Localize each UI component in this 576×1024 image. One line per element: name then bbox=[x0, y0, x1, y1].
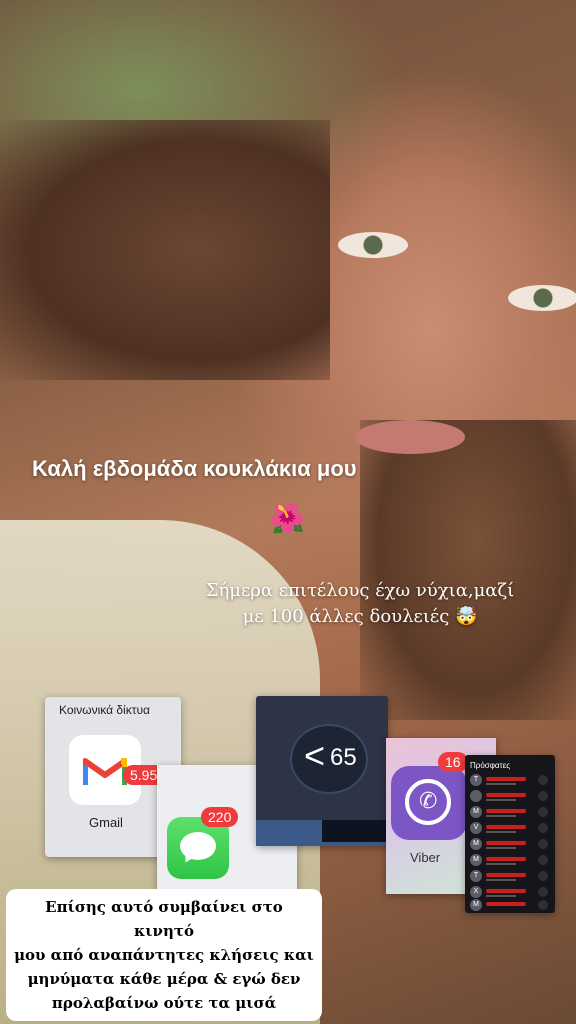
caption-nails-line1: Σήμερα επιτέλους έχω νύχια,μαζί bbox=[205, 580, 515, 601]
contact-avatar: T bbox=[470, 870, 482, 882]
caption-missed-line3: μηνύματα κάθε μέρα & εγώ δεν bbox=[27, 970, 301, 988]
redacted-name bbox=[486, 825, 526, 829]
back-chevron-icon: < bbox=[304, 735, 326, 776]
recent-call-row[interactable]: M bbox=[470, 837, 550, 852]
caption-greeting: Καλή εβδομάδα κουκλάκια μου bbox=[32, 456, 357, 481]
info-icon[interactable] bbox=[538, 855, 548, 865]
caption-missed-calls: Επίσης αυτό συμβαίνει στο κινητό μου από… bbox=[6, 889, 322, 1021]
caption-missed-line4: προλαβαίνω ούτε τα μισά bbox=[51, 994, 277, 1012]
dock-shape bbox=[322, 820, 386, 842]
back-button[interactable]: < 65 bbox=[290, 724, 368, 794]
left-eye bbox=[338, 232, 408, 258]
redacted-name bbox=[486, 841, 526, 845]
caption-missed-line2: μου από αναπάντητες κλήσεις και bbox=[14, 946, 314, 964]
phone-icon: ✆ bbox=[419, 788, 438, 813]
gmail-m-icon bbox=[83, 758, 127, 785]
gmail-label: Gmail bbox=[89, 815, 123, 830]
contact-avatar: V bbox=[470, 822, 482, 834]
social-folder-title: Κοινωνικά δίκτυα bbox=[59, 703, 150, 717]
bottom-bar bbox=[256, 820, 388, 846]
contact-avatar: M bbox=[470, 806, 482, 818]
recents-card[interactable]: Πρόσφατες T M V M M T X M bbox=[465, 755, 555, 913]
redacted-name bbox=[486, 902, 526, 906]
info-icon[interactable] bbox=[538, 871, 548, 881]
contact-avatar: X bbox=[470, 886, 482, 898]
recent-call-row[interactable]: T bbox=[470, 773, 550, 788]
back-count: 65 bbox=[330, 744, 357, 771]
contact-avatar bbox=[470, 790, 482, 802]
redacted-name bbox=[486, 809, 526, 813]
info-icon[interactable] bbox=[538, 775, 548, 785]
right-eye bbox=[508, 285, 576, 311]
redacted-name bbox=[486, 777, 526, 781]
recent-call-row[interactable]: T bbox=[470, 869, 550, 884]
info-icon[interactable] bbox=[538, 823, 548, 833]
contact-avatar: M bbox=[470, 854, 482, 866]
recent-call-row[interactable]: M bbox=[470, 853, 550, 868]
lips bbox=[355, 420, 465, 454]
contact-avatar: T bbox=[470, 774, 482, 786]
redacted-name bbox=[486, 793, 526, 797]
recent-call-row[interactable]: M bbox=[470, 898, 550, 913]
caption-nails: Σήμερα επιτέλους έχω νύχια,μαζί με 100 ά… bbox=[150, 578, 570, 630]
call-detail bbox=[486, 879, 516, 881]
recent-call-row[interactable]: M bbox=[470, 805, 550, 820]
recent-call-row[interactable]: V bbox=[470, 821, 550, 836]
contact-avatar: M bbox=[470, 899, 482, 911]
back-count-card[interactable]: < 65 bbox=[256, 696, 388, 846]
call-detail bbox=[486, 831, 516, 833]
viber-icon[interactable]: ✆ bbox=[391, 766, 467, 840]
gmail-icon[interactable]: 5.954 bbox=[69, 735, 173, 805]
hibiscus-emoji: 🌺 bbox=[270, 503, 305, 534]
info-icon[interactable] bbox=[538, 807, 548, 817]
call-detail bbox=[486, 895, 516, 897]
call-detail bbox=[486, 847, 516, 849]
hair-area bbox=[0, 120, 330, 380]
viber-badge: 16 bbox=[438, 752, 468, 772]
caption-missed-line1: Επίσης αυτό συμβαίνει στο κινητό bbox=[45, 898, 283, 940]
call-detail bbox=[486, 783, 516, 785]
info-icon[interactable] bbox=[538, 900, 548, 910]
redacted-name bbox=[486, 889, 526, 893]
info-icon[interactable] bbox=[538, 791, 548, 801]
redacted-name bbox=[486, 857, 526, 861]
recents-title: Πρόσφατες bbox=[470, 761, 511, 770]
recent-call-row[interactable] bbox=[470, 789, 550, 804]
info-icon[interactable] bbox=[538, 887, 548, 897]
messages-badge: 220 bbox=[201, 807, 239, 827]
viber-label: Viber bbox=[410, 850, 441, 865]
call-detail bbox=[486, 799, 516, 801]
caption-nails-line2: με 100 άλλες δουλειές 🤯 bbox=[242, 606, 478, 627]
contact-avatar: M bbox=[470, 838, 482, 850]
call-detail bbox=[486, 863, 516, 865]
call-detail bbox=[486, 815, 516, 817]
info-icon[interactable] bbox=[538, 839, 548, 849]
redacted-name bbox=[486, 873, 526, 877]
